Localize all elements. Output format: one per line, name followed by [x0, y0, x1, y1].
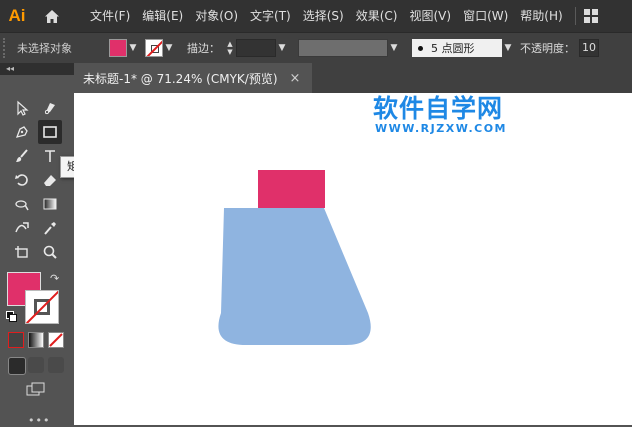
chevron-down-icon[interactable]: ▼ [127, 39, 139, 57]
panel-grip-icon[interactable] [3, 38, 11, 58]
stroke-swatch[interactable] [145, 39, 163, 57]
menu-bar: Ai 文件(F) 编辑(E) 对象(O) 文字(T) 选择(S) 效果(C) 视… [0, 0, 632, 32]
variable-width-profile[interactable] [298, 39, 388, 57]
eyedropper-tool-icon[interactable] [38, 216, 62, 240]
flask-cap-shape[interactable] [258, 170, 325, 208]
selection-tool-icon[interactable] [10, 96, 34, 120]
gradient-mode-icon[interactable] [28, 332, 44, 348]
width-tool-icon[interactable] [10, 192, 34, 216]
chevron-down-icon[interactable]: ▼ [502, 39, 514, 57]
rotate-tool-icon[interactable] [10, 168, 34, 192]
menu-edit[interactable]: 编辑(E) [136, 0, 189, 32]
close-icon[interactable]: × [290, 71, 301, 86]
swap-colors-icon[interactable]: ↷ [50, 272, 59, 285]
opacity-label: 不透明度： [520, 42, 575, 55]
direct-selection-tool-icon[interactable] [38, 96, 62, 120]
color-mode-icon[interactable] [8, 332, 24, 348]
menu-view[interactable]: 视图(V) [403, 0, 457, 32]
more-tools-icon[interactable]: ••• [28, 414, 50, 427]
toolbar-header: ◂◂ [0, 63, 74, 75]
zoom-tool-icon[interactable] [38, 240, 62, 264]
fill-swatch[interactable] [109, 39, 127, 57]
menu-effect[interactable]: 效果(C) [350, 0, 404, 32]
menu-separator [574, 7, 576, 25]
gradient-tool-icon[interactable] [38, 192, 62, 216]
watermark-url: WWW.RJZXW.COM [375, 122, 507, 135]
artboard-tool-icon[interactable] [10, 240, 34, 264]
stroke-stepper[interactable]: ▲ ▼ [224, 39, 236, 57]
menu-items: 文件(F) 编辑(E) 对象(O) 文字(T) 选择(S) 效果(C) 视图(V… [84, 0, 569, 32]
brush-label: 5 点圆形 [431, 42, 475, 55]
none-mode-icon[interactable] [48, 332, 64, 348]
chevron-down-icon[interactable]: ▼ [163, 39, 175, 57]
document-tab[interactable]: 未标题-1* @ 71.24% (CMYK/预览) × [74, 63, 312, 93]
document-tab-row: 未标题-1* @ 71.24% (CMYK/预览) × [74, 63, 632, 93]
menu-object[interactable]: 对象(O) [189, 0, 244, 32]
menu-type[interactable]: 文字(T) [244, 0, 297, 32]
stroke-label: 描边： [187, 42, 220, 55]
default-colors-icon[interactable] [6, 311, 17, 322]
menu-file[interactable]: 文件(F) [84, 0, 136, 32]
eraser-tool-icon[interactable] [38, 168, 62, 192]
brush-dot-icon [418, 45, 423, 51]
draw-inside-icon[interactable] [48, 357, 64, 373]
control-bar: 未选择对象 ▼ ▼ 描边： ▲ ▼ ▼ ▼ 5 点圆形 ▼ 不透明度： 10 [0, 32, 632, 64]
chevron-down-icon[interactable]: ▼ [388, 39, 400, 57]
app-logo: Ai [8, 6, 26, 25]
pen-tool-icon[interactable] [10, 120, 34, 144]
workspace-grid-icon[interactable] [583, 9, 598, 23]
brush-definition[interactable]: 5 点圆形 [412, 39, 502, 57]
paintbrush-tool-icon[interactable] [10, 144, 34, 168]
type-tool-icon[interactable] [38, 144, 62, 168]
menu-window[interactable]: 窗口(W) [457, 0, 514, 32]
menu-select[interactable]: 选择(S) [297, 0, 350, 32]
home-icon[interactable] [38, 0, 66, 32]
document-tab-title: 未标题-1* @ 71.24% (CMYK/预览) [83, 71, 278, 86]
draw-normal-icon[interactable] [8, 357, 26, 375]
draw-behind-icon[interactable] [28, 357, 44, 373]
artboard-canvas[interactable] [74, 93, 632, 425]
artwork [218, 170, 371, 345]
screen-mode-icon[interactable] [26, 382, 46, 396]
menu-help[interactable]: 帮助(H) [514, 0, 568, 32]
free-transform-tool-icon[interactable] [10, 216, 34, 240]
stroke-weight-input[interactable] [236, 39, 276, 57]
chevron-down-icon[interactable]: ▼ [276, 39, 288, 57]
stroke-color-swatch[interactable] [25, 290, 59, 324]
selection-status: 未选择对象 [17, 42, 72, 55]
flask-body-shape[interactable] [218, 208, 371, 345]
rectangle-tool-icon[interactable] [38, 120, 62, 144]
collapse-icon[interactable]: ◂◂ [6, 63, 14, 75]
watermark-title: 软件自学网 [373, 94, 504, 123]
watermark: 软件自学网 WWW.RJZXW.COM [373, 94, 523, 136]
opacity-input[interactable]: 10 [579, 39, 599, 57]
